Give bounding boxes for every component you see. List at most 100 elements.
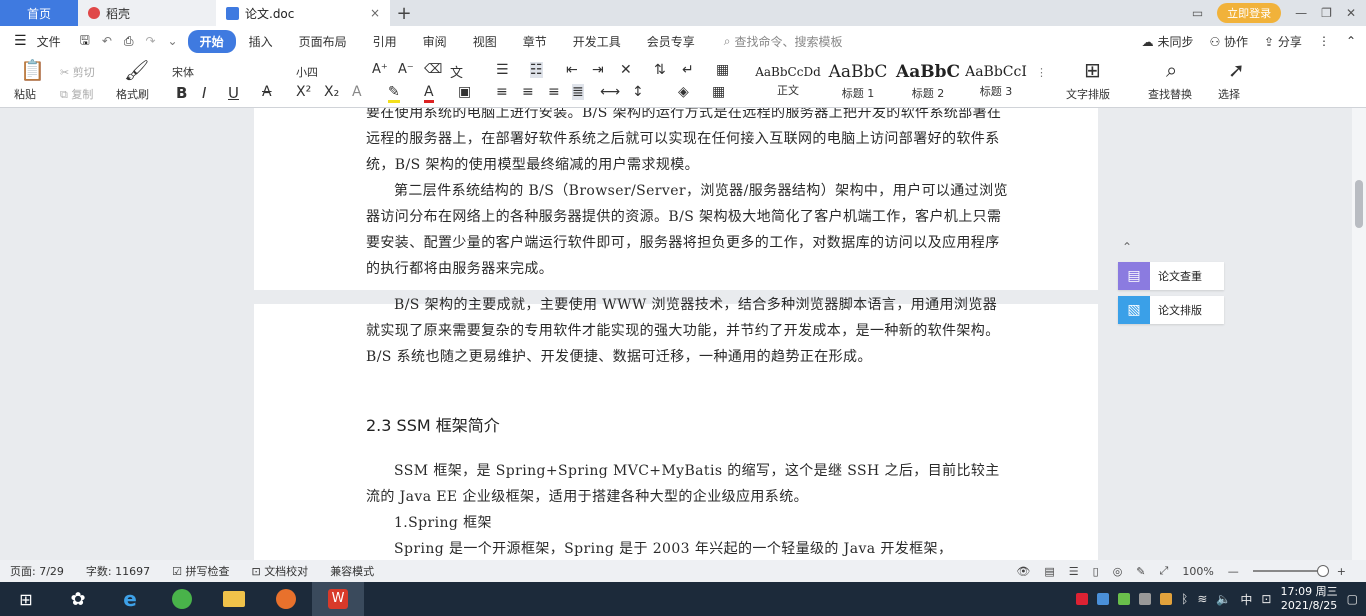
tray-app-icon[interactable] [1076,593,1089,605]
menu-home[interactable]: 开始 [187,29,236,53]
superscript-icon[interactable]: X² [296,84,311,100]
find-replace-button[interactable]: 查找替换 [1148,86,1192,102]
share-button[interactable]: ⇪ 分享 [1264,33,1302,50]
paper-check-button[interactable]: ▤ 论文查重 [1118,262,1224,290]
increase-font-icon[interactable]: A⁺ [372,62,388,77]
eye-protect-icon[interactable]: 👁 [1016,565,1030,578]
tray-app-icon[interactable] [1097,593,1110,605]
paper-layout-button[interactable]: ▧ 论文排版 [1118,296,1224,324]
menu-chapter[interactable]: 章节 [510,33,560,50]
menu-review[interactable]: 审阅 [410,33,460,50]
tab-docer[interactable]: 稻壳 [78,0,216,26]
style-heading-1[interactable]: AaBbC 标题 1 [824,62,892,102]
chinese-layout-icon[interactable]: ✕ [620,62,632,78]
tab-home[interactable]: 首页 [0,0,78,26]
vertical-scrollbar[interactable] [1352,108,1366,560]
doc-proof-button[interactable]: ⊡ 文档校对 [251,563,308,579]
format-painter-icon[interactable]: 🖌 [124,60,149,80]
print-icon[interactable]: ⎙ [124,34,134,49]
tab-close-icon[interactable]: × [370,6,380,20]
window-layout-icon[interactable]: ▭ [1192,6,1203,20]
menu-references[interactable]: 引用 [360,33,410,50]
outline-view-icon[interactable]: ☰ [1069,565,1079,578]
copy-button[interactable]: ⧉ 复制 [60,86,93,102]
justify-icon[interactable]: ≣ [572,84,584,100]
bullet-list-icon[interactable]: ☰ [496,62,509,78]
sync-status[interactable]: ☁ 未同步 [1142,33,1194,50]
login-button[interactable]: 立即登录 [1217,3,1282,23]
align-left-icon[interactable]: ≡ [496,84,508,100]
start-button[interactable]: ⊞ [0,582,52,616]
hamburger-icon[interactable]: ☰ [14,33,27,49]
font-name-select[interactable]: 宋体 [172,64,272,80]
clear-format-icon[interactable]: ⌫ [424,62,442,77]
taskbar-wps[interactable]: W [312,582,364,616]
page-counter[interactable]: 页面: 7/29 [10,563,64,579]
spellcheck-button[interactable]: ☑ 拼写检查 [172,563,229,579]
zoom-slider-knob[interactable] [1316,565,1329,577]
styles-more-icon[interactable]: ⋮ [1036,66,1047,79]
zoom-slider[interactable] [1252,565,1329,577]
word-count[interactable]: 字数: 11697 [86,563,150,579]
more-menu-icon[interactable]: ⋮ [1318,34,1330,48]
volume-icon[interactable]: 🔈 [1216,592,1231,606]
menu-insert[interactable]: 插入 [236,33,286,50]
collab-button[interactable]: ⚇ 协作 [1209,33,1248,50]
redo-icon[interactable]: ↷ [145,34,155,48]
new-tab-button[interactable]: + [390,0,418,26]
underline-icon[interactable]: U [228,84,239,102]
strikethrough-icon[interactable]: A [262,84,272,100]
line-spacing-icon[interactable]: ↕ [632,84,644,100]
web-view-icon[interactable]: ◎ [1113,565,1123,578]
taskbar-app-1[interactable]: ✿ [52,582,104,616]
style-heading-3[interactable]: AaBbCcI 标题 3 [962,62,1030,102]
decrease-font-icon[interactable]: A⁻ [398,62,414,77]
taskbar-browser-360[interactable] [156,582,208,616]
ime-mode-icon[interactable]: ⊡ [1261,592,1271,606]
select-cursor-icon[interactable]: ➚ [1228,60,1245,80]
clock[interactable]: 17:09 周三 2021/8/25 [1280,585,1337,613]
document-page[interactable]: B/S 架构的主要成就，主要使用 WWW 浏览器技术，结合多种浏览器脚本语言，用… [254,297,1098,560]
minimize-icon[interactable]: — [1295,6,1307,20]
menu-member[interactable]: 会员专享 [634,33,708,50]
menu-view[interactable]: 视图 [460,33,510,50]
zoom-out-icon[interactable]: — [1228,565,1239,578]
text-effect-icon[interactable]: A [352,84,362,100]
bluetooth-icon[interactable]: ᛒ [1181,592,1188,606]
sort-icon[interactable]: ⇅ [654,62,666,78]
phonetic-icon[interactable]: 文 [450,62,463,81]
tray-app-icon[interactable] [1139,593,1152,605]
find-replace-icon[interactable]: ⌕ [1166,60,1177,80]
char-border-icon[interactable]: ▣ [458,84,471,100]
scrollbar-thumb[interactable] [1355,180,1363,228]
notification-icon[interactable]: ▢ [1347,592,1358,606]
numbered-list-icon[interactable]: ☷ [530,62,543,78]
cut-button[interactable]: ✂ 剪切 [60,64,95,80]
decrease-indent-icon[interactable]: ⇤ [566,62,578,78]
document-page[interactable]: 要在使用系统的电脑上进行安装。B/S 架构的运行方式是在远程的服务器上把开发的软… [254,108,1098,290]
write-mode-icon[interactable]: ✎ [1136,565,1145,578]
reading-view-icon[interactable]: ▯ [1093,565,1099,578]
menu-file[interactable]: 文件 [33,33,74,50]
paste-icon[interactable]: 📋 [20,60,45,80]
close-window-icon[interactable]: ✕ [1346,6,1356,20]
style-normal[interactable]: AaBbCcDd 正文 [754,62,822,102]
italic-icon[interactable]: I [202,84,206,102]
fit-window-icon[interactable]: ⤢ [1160,564,1169,578]
document-area[interactable]: 要在使用系统的电脑上进行安装。B/S 架构的运行方式是在远程的服务器上把开发的软… [0,108,1352,560]
wifi-icon[interactable]: ≋ [1197,592,1207,606]
shading-icon[interactable]: ◈ [678,84,689,100]
subscript-icon[interactable]: X₂ [324,84,339,100]
paste-button[interactable]: 粘贴 [14,86,36,102]
undo-icon[interactable]: ↶ [102,34,112,48]
taskbar-explorer[interactable] [208,582,260,616]
tray-app-icon[interactable] [1118,593,1131,605]
taskbar-firefox[interactable] [260,582,312,616]
bold-icon[interactable]: B [176,84,187,102]
borders-icon[interactable]: ▦ [712,84,725,100]
page-view-icon[interactable]: ▤ [1044,565,1054,578]
text-layout-button[interactable]: 文字排版 [1066,86,1110,102]
restore-icon[interactable]: ❐ [1321,6,1332,20]
align-center-icon[interactable]: ≡ [522,84,534,100]
style-heading-2[interactable]: AaBbC 标题 2 [894,62,962,102]
